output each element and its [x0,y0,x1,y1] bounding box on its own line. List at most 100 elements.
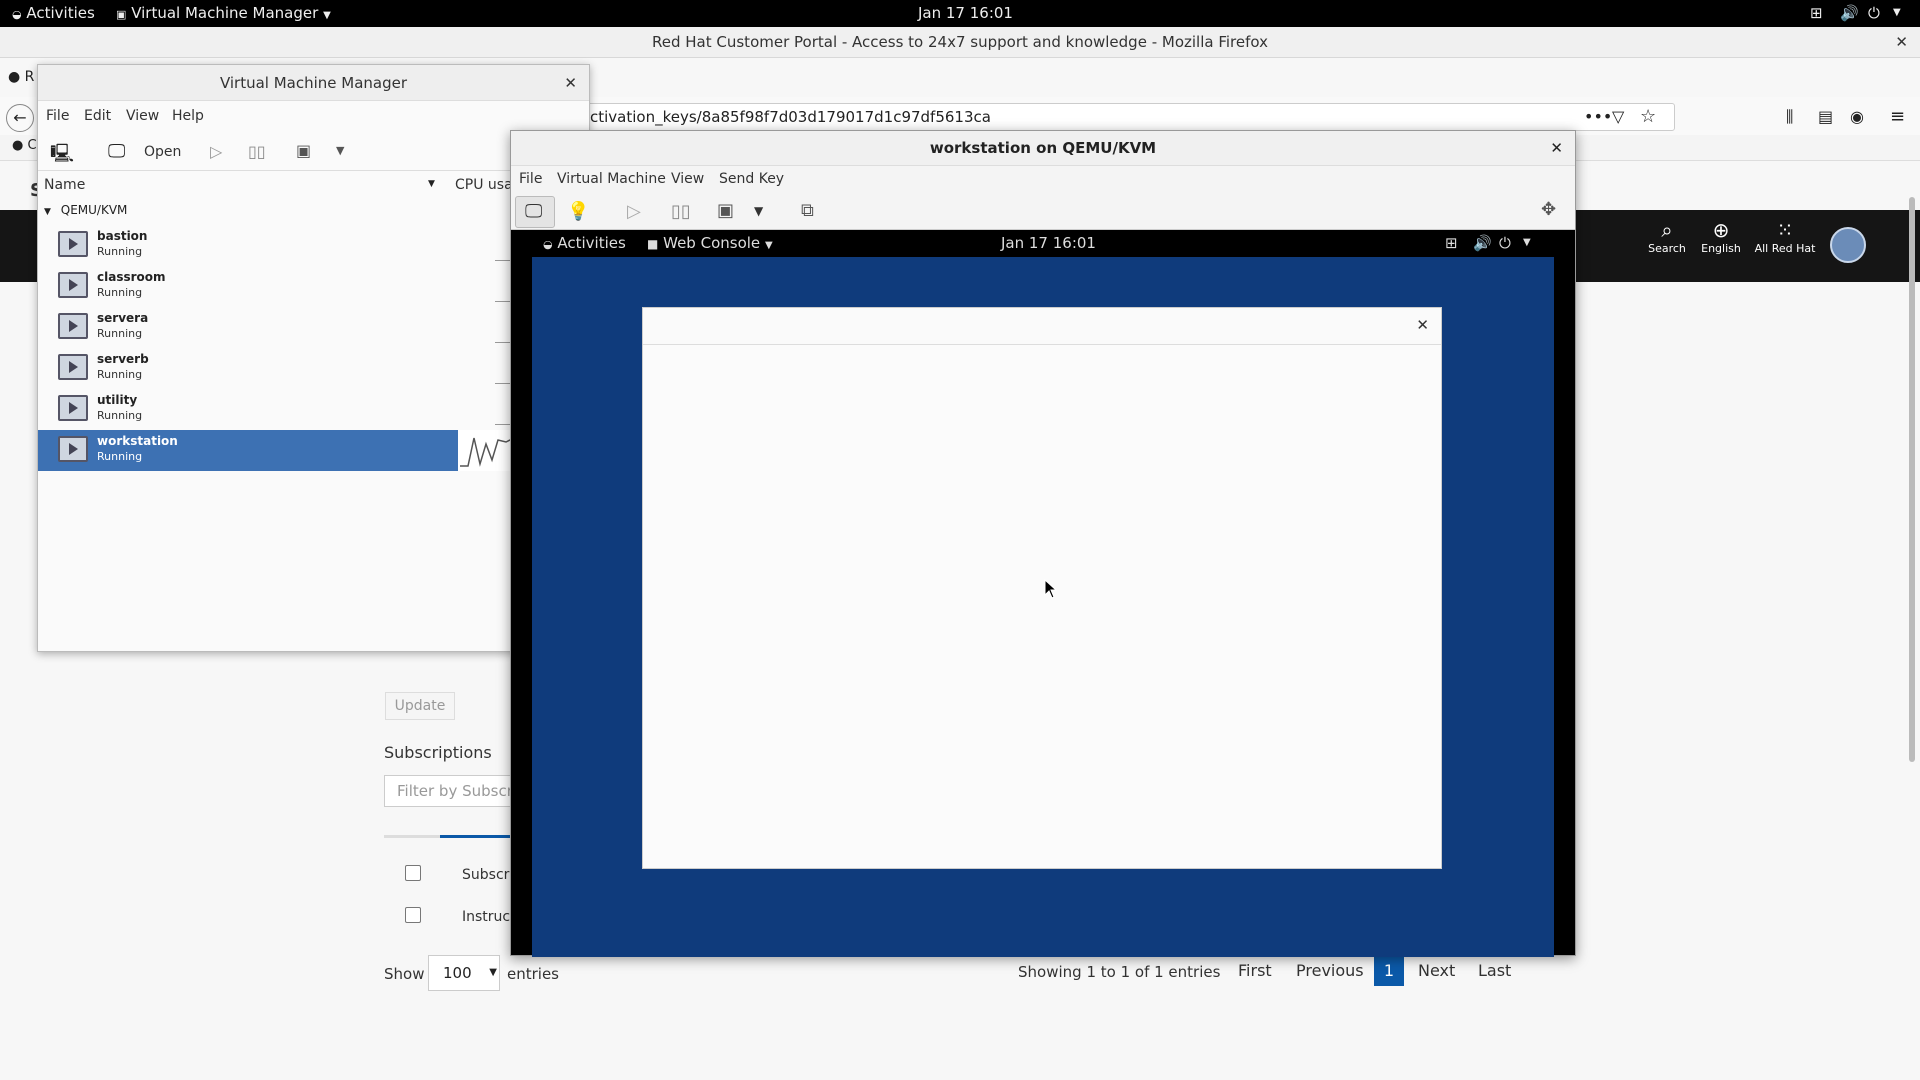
volume-icon[interactable]: 🔊 [1840,4,1859,22]
power-icon[interactable]: ⏻ [1499,234,1511,252]
column-name[interactable]: Name [44,177,85,193]
fullscreen-icon[interactable]: ✥ [1541,199,1556,220]
play-icon[interactable]: ▷ [210,142,222,161]
header-language-button[interactable]: ⊕ English [1686,218,1756,255]
pagination-current[interactable]: 1 [1374,956,1404,986]
app-menu[interactable]: ▣ Virtual Machine Manager ▼ [116,4,331,22]
guest-activities-button[interactable]: ◒ Activities [543,234,626,252]
snapshots-icon[interactable]: ⧉ [801,200,814,221]
close-icon[interactable]: ✕ [564,65,577,101]
firefox-tab[interactable]: ● R [8,69,34,85]
list-item-selected[interactable]: workstation Running [38,430,589,471]
showing-entries-text: Showing 1 to 1 of 1 entries [1018,963,1221,981]
back-arrow-icon[interactable]: ← [6,104,34,132]
power-off-icon[interactable]: ▣ [717,200,734,221]
volume-icon[interactable]: 🔊 [1473,234,1492,252]
globe-icon: ⊕ [1712,218,1730,242]
row-checkbox[interactable] [405,907,421,923]
list-item[interactable]: servera Running [38,307,589,348]
open-button[interactable]: Open [144,144,181,160]
redhat-favicon-icon: ● [12,138,24,153]
bookmark-star-icon[interactable]: ☆ [1640,106,1656,127]
library-icon[interactable]: ⫼ [1786,107,1793,127]
network-icon[interactable]: ⊞ [1445,234,1458,252]
account-icon[interactable]: ◉ [1850,107,1864,126]
avatar[interactable] [1830,227,1866,263]
menu-help[interactable]: Help [172,108,204,124]
vm-list: bastion Running classroom Running server… [38,225,589,485]
vmm-app-icon: ▣ [116,8,127,21]
vmm-column-headers: Name ▼ CPU usa [38,173,589,197]
url-bar[interactable]: ctivation_keys/8a85f98f7d03d179017d1c97d… [585,103,1675,131]
vm-viewer-window: workstation on QEMU/KVM ✕ File Virtual M… [510,130,1576,957]
chevron-down-icon[interactable]: ▼ [336,144,344,157]
play-icon[interactable]: ▷ [627,201,641,222]
list-item[interactable]: serverb Running [38,348,589,389]
chevron-down-icon[interactable]: ▼ [1893,7,1901,18]
menu-file[interactable]: File [46,108,69,124]
redhat-favicon-icon: ● [8,69,21,85]
header-all-redhat-button[interactable]: ⁙ All Red Hat [1750,218,1820,255]
pagination-last[interactable]: Last [1478,956,1511,986]
list-item[interactable]: utility Running [38,389,589,430]
cpu-usage-graph [458,430,518,471]
menu-send-key[interactable]: Send Key [719,171,784,187]
guest-desktop: ✕ [532,257,1554,957]
pagination-first[interactable]: First [1238,956,1272,986]
power-off-icon[interactable]: ▣ [296,141,311,160]
guest-app-menu[interactable]: ■ Web Console ▼ [647,234,773,252]
new-vm-icon[interactable]: 🖳 [50,141,74,171]
details-bulb-icon[interactable]: 💡 [567,201,589,222]
filter-input[interactable]: Filter by Subscri [384,775,514,807]
grid-icon: ⁙ [1776,218,1794,242]
pause-icon[interactable]: ▯▯ [248,142,266,161]
list-item[interactable]: classroom Running [38,266,589,307]
chevron-down-icon[interactable]: ▼ [1523,237,1531,248]
viewer-toolbar: 🖵 💡 ▷ ▯▯ ▣ ▼ ⧉ ✥ [511,194,1575,230]
menu-edit[interactable]: Edit [84,108,111,124]
vmm-toolbar: 🖳 🖵 Open ▷ ▯▯ ▣ ▼ [38,135,589,171]
vm-icon [58,313,88,339]
chevron-down-icon[interactable]: ▼ [754,204,763,218]
sidebar-icon[interactable]: ▤ [1818,107,1833,126]
power-icon[interactable]: ⏻ [1868,4,1880,22]
monitor-icon: 🖵 [108,141,126,162]
vmm-titlebar: Virtual Machine Manager ✕ [38,65,589,101]
more-actions-icon[interactable]: ••• [1584,107,1612,126]
menu-view[interactable]: View [126,108,159,124]
viewer-titlebar: workstation on QEMU/KVM ✕ [511,131,1575,166]
mouse-pointer-icon [1044,579,1058,599]
guest-clock[interactable]: Jan 17 16:01 [1001,234,1096,252]
update-button[interactable]: Update [385,692,455,720]
list-item[interactable]: bastion Running [38,225,589,266]
vm-icon [58,395,88,421]
page-size-select[interactable]: 100 ▼ [428,955,500,991]
menu-view[interactable]: View [671,171,704,187]
pagination-previous[interactable]: Previous [1296,956,1364,986]
subscriptions-heading: Subscriptions [384,743,492,762]
menu-file[interactable]: File [519,171,542,187]
column-cpu-usage[interactable]: CPU usa [455,177,513,193]
entries-label: entries [507,965,559,983]
connection-row[interactable]: ▼ QEMU/KVM [44,203,127,217]
vm-icon [58,272,88,298]
bookmark-item[interactable]: ● C [12,138,37,153]
pocket-icon[interactable]: ▽ [1612,107,1624,126]
close-icon[interactable]: ✕ [1416,316,1429,334]
vmm-menubar: File Edit View Help [46,108,586,130]
network-icon[interactable]: ⊞ [1810,4,1823,22]
guest-dialog: ✕ [642,307,1442,869]
row-checkbox[interactable] [405,865,421,881]
table-row: Subscri [462,867,514,883]
sort-chevron-down-icon[interactable]: ▼ [428,179,435,189]
hamburger-menu-icon[interactable]: ≡ [1890,106,1905,127]
activities-button[interactable]: ◒ Activities [12,4,95,22]
close-icon[interactable]: ✕ [1550,131,1563,166]
console-view-button[interactable]: 🖵 [515,196,555,228]
menu-virtual-machine[interactable]: Virtual Machine [557,171,666,187]
page-scrollbar[interactable] [1909,197,1915,762]
close-icon[interactable]: ✕ [1895,27,1908,58]
pause-icon[interactable]: ▯▯ [671,201,691,222]
clock[interactable]: Jan 17 16:01 [918,4,1013,22]
pagination-next[interactable]: Next [1418,956,1455,986]
